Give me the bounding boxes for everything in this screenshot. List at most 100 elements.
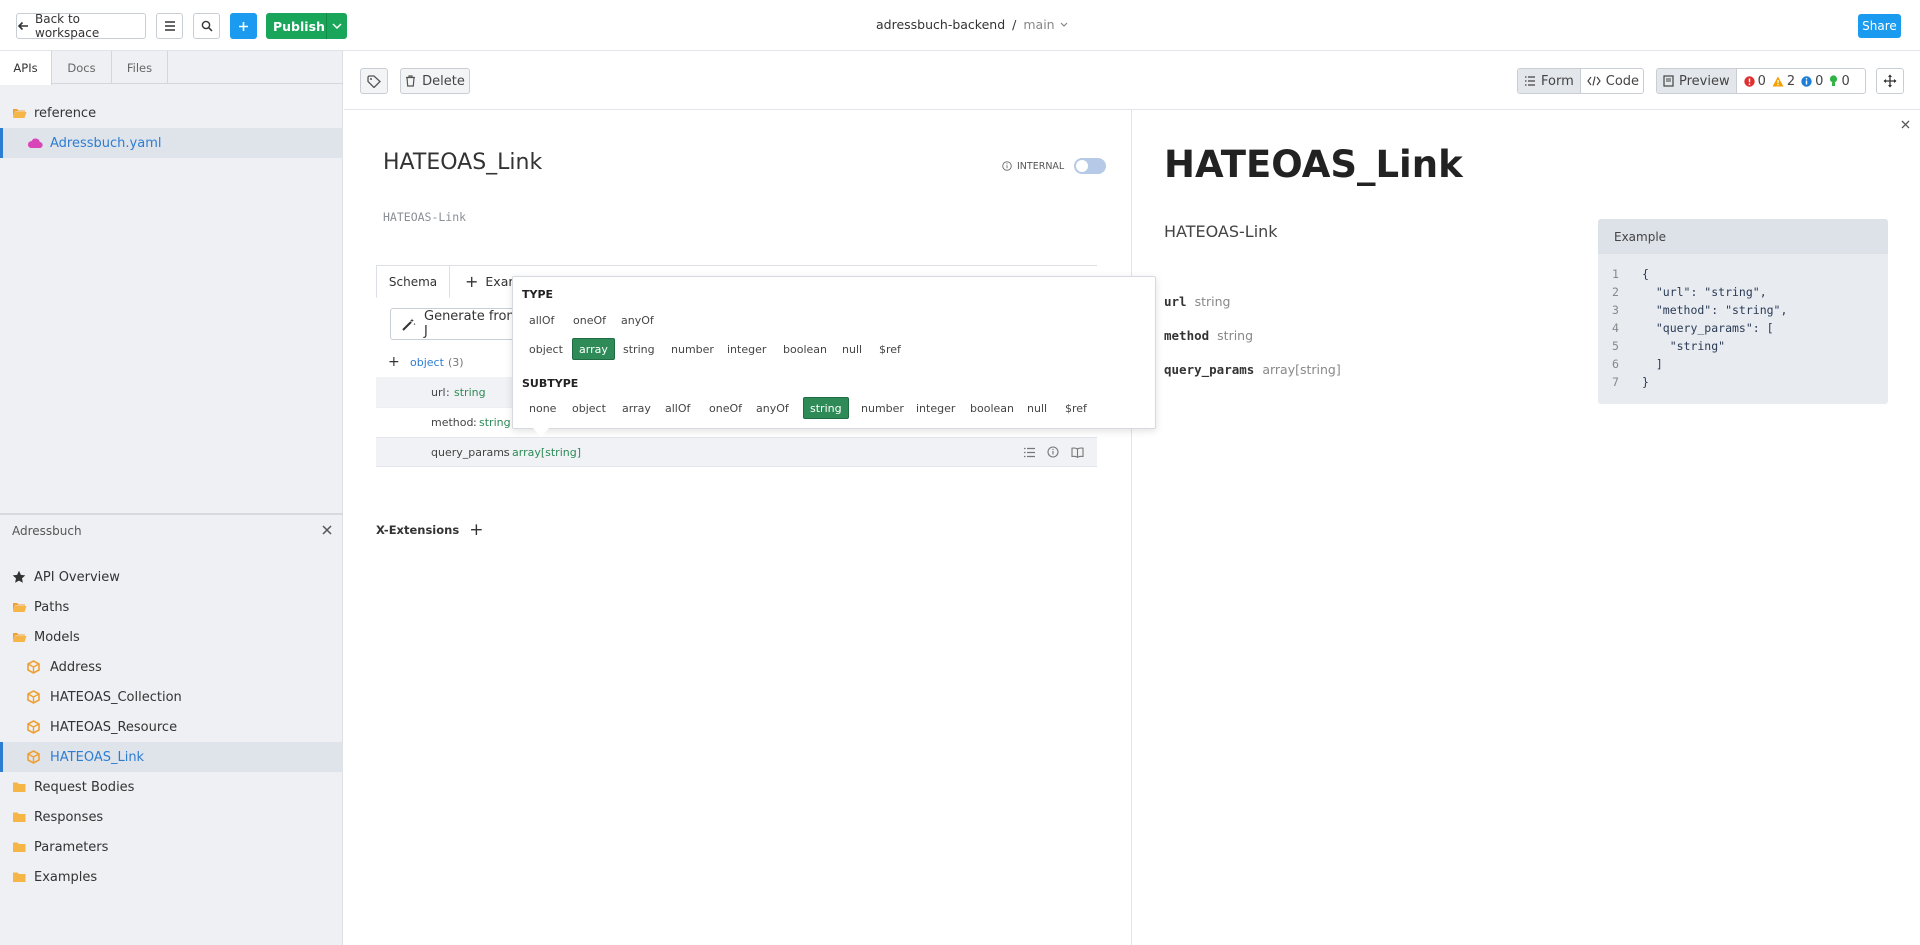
sidebar-item-parameters[interactable]: Parameters [0,832,343,862]
subtype-option-allof[interactable]: allOf [659,397,696,419]
x-extensions-header: X-Extensions + [376,520,483,540]
subtype-option-object[interactable]: object [566,397,612,419]
trash-icon [405,75,416,87]
generate-from-json-button[interactable]: Generate from J [390,308,520,340]
subtype-option-string[interactable]: string [803,397,849,419]
tab-docs[interactable]: Docs [52,51,112,84]
schema-property-row[interactable]: query_params : array[string] [376,437,1097,467]
subtype-option-ref[interactable]: $ref [1059,397,1093,419]
type-option-ref[interactable]: $ref [873,338,907,360]
property-name[interactable]: method [431,416,473,429]
sidebar-item-hateoas-collection[interactable]: HATEOAS_Collection [0,682,343,712]
diagnostics-summary[interactable]: 0 2 0 0 [1735,69,1854,93]
preview-button[interactable]: Preview [1657,69,1736,93]
chevron-down-icon[interactable] [326,13,347,39]
type-option-allof[interactable]: allOf [523,309,560,331]
folder-reference[interactable]: reference [0,98,343,128]
line-text: { [1642,267,1649,281]
list-icon [1524,76,1536,86]
property-type[interactable]: string [454,386,486,399]
share-button[interactable]: Share [1858,14,1901,38]
subtype-option-null[interactable]: null [1021,397,1053,419]
property-type[interactable]: array[string] [512,446,581,459]
sidebar-item-request-bodies[interactable]: Request Bodies [0,772,343,802]
type-option-string[interactable]: string [617,338,661,360]
property-count: (3) [448,355,464,369]
tab-files[interactable]: Files [112,51,168,84]
project-name[interactable]: adressbuch-backend [876,17,1005,32]
property-type[interactable]: string [479,416,511,429]
sidebar-item-examples[interactable]: Examples [0,862,343,892]
sidebar-outline: Adressbuch API Overview Paths Models Add… [0,515,343,945]
back-to-workspace-button[interactable]: Back to workspace [16,12,146,40]
subtype-option-array[interactable]: array [616,397,657,419]
tab-label: Schema [388,274,438,289]
close-icon[interactable] [322,525,332,535]
sidebar-item-address[interactable]: Address [0,652,343,682]
type-option-array[interactable]: array [572,338,615,360]
pane-divider[interactable] [1131,110,1132,945]
generate-label: Generate from J [424,309,520,339]
editor-toolbar: Delete Form Code Preview 0 2 0 0 [344,51,1920,110]
arrow-left-icon [17,20,29,32]
chevron-down-icon[interactable] [1060,22,1068,27]
branch-name[interactable]: main [1023,17,1054,32]
type-option-number[interactable]: number [665,338,720,360]
subtype-option-oneof[interactable]: oneOf [703,397,748,419]
sidebar-item-models[interactable]: Models [0,622,343,652]
tab-apis[interactable]: APIs [0,51,52,85]
type-option-boolean[interactable]: boolean [777,338,833,360]
type-option-object[interactable]: object [523,338,569,360]
close-preview-icon[interactable] [1901,120,1910,129]
model-title[interactable]: HATEOAS_Link [383,150,542,175]
info-circle-icon[interactable] [1047,446,1059,458]
sidebar-item-hateoas-link[interactable]: HATEOAS_Link [0,742,343,772]
search-button[interactable] [193,13,220,39]
subtype-option-number[interactable]: number [855,397,910,419]
tab-examples[interactable]: + Exam [451,265,521,298]
plus-icon[interactable]: + [388,354,400,370]
type-option-oneof[interactable]: oneOf [567,309,612,331]
property-name[interactable]: url [431,386,446,399]
type-option-null[interactable]: null [836,338,868,360]
sidebar-item-paths[interactable]: Paths [0,592,343,622]
item-label: Examples [34,869,98,885]
root-type[interactable]: object [410,356,444,369]
tag-button[interactable] [360,68,388,94]
menu-button[interactable] [156,13,183,39]
example-header: Example [1598,219,1888,254]
info-count: 0 [1815,73,1824,89]
file-label: Adressbuch.yaml [50,135,162,151]
type-option-integer[interactable]: integer [721,338,772,360]
line-text: "method": "string", [1642,303,1788,317]
sidebar-item-hateoas-resource[interactable]: HATEOAS_Resource [0,712,343,742]
subtype-option-boolean[interactable]: boolean [964,397,1020,419]
lightbulb-icon [1829,75,1838,87]
checklist-icon[interactable] [1023,447,1036,458]
property-name[interactable]: query_params [431,446,510,459]
book-icon[interactable] [1071,446,1084,458]
sidebar-item-api-overview[interactable]: API Overview [0,562,343,592]
subtype-option-none[interactable]: none [523,397,562,419]
example-title: Example [1614,229,1667,244]
subtype-option-anyof[interactable]: anyOf [750,397,795,419]
delete-button[interactable]: Delete [400,68,470,94]
internal-toggle[interactable] [1074,158,1107,174]
cloud-icon [27,138,43,149]
expand-button[interactable] [1876,68,1904,94]
plus-icon[interactable]: + [469,520,483,540]
publish-button[interactable]: Publish [266,13,347,39]
item-label: HATEOAS_Link [50,749,145,765]
file-adressbuch-yaml[interactable]: Adressbuch.yaml [0,128,343,158]
subtype-option-integer[interactable]: integer [910,397,961,419]
preview-property-type: array[string] [1262,362,1341,377]
model-description[interactable]: HATEOAS-Link [383,210,466,224]
move-arrows-icon [1883,74,1897,88]
code-mode-button[interactable]: Code [1579,69,1643,93]
add-button[interactable] [230,13,257,39]
tag-icon [366,74,382,88]
type-option-anyof[interactable]: anyOf [615,309,660,331]
sidebar-item-responses[interactable]: Responses [0,802,343,832]
form-mode-button[interactable]: Form [1518,69,1580,93]
tab-schema[interactable]: Schema [376,265,450,298]
